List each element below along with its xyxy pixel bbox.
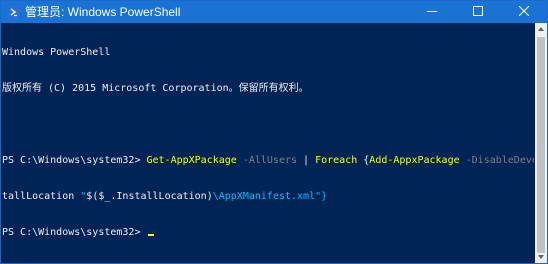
prompt-text: PS C:\Windows\system32> [2, 155, 147, 166]
parameter-disabledevelopmentmode: -DisableDevelop [465, 155, 534, 166]
console-header-line: Windows PowerShell [2, 47, 111, 58]
maximize-button[interactable] [455, 1, 501, 23]
minimize-icon [427, 5, 437, 19]
close-icon [518, 5, 530, 19]
prompt-text: PS C:\Windows\system32> [2, 227, 147, 238]
scroll-down-arrow-icon[interactable] [538, 255, 544, 259]
console-command-line: PS C:\Windows\system32> Get-AppXPackage … [2, 155, 534, 167]
maximize-icon [473, 5, 483, 19]
console-output[interactable]: Windows PowerShell 版权所有 (C) 2015 Microso… [2, 23, 534, 263]
window-title: 管理员: Windows PowerShell [25, 5, 181, 19]
vertical-scrollbar[interactable] [535, 23, 547, 263]
open-brace: { [357, 155, 370, 166]
console-command-line-wrap: tallLocation "$($_.InstallLocation)\AppX… [2, 191, 534, 203]
console-prompt-line: PS C:\Windows\system32> [2, 227, 534, 239]
command-get-appxpackage: Get-AppXPackage [146, 155, 237, 166]
minimize-button[interactable] [409, 1, 455, 23]
string-quote-close: "} [315, 191, 328, 202]
console-copyright-line: 版权所有 (C) 2015 Microsoft Corporation。保留所有… [2, 83, 309, 94]
powershell-window: 管理员: Windows PowerShell Windows PowerShe… [0, 0, 548, 264]
parameter-allusers: -AllUsers [236, 155, 298, 166]
title-bar[interactable]: 管理员: Windows PowerShell [1, 1, 547, 23]
command-foreach: Foreach [315, 155, 358, 166]
command-add-appxpackage: Add-AppxPackage [369, 155, 460, 166]
string-quote-open: " [74, 191, 87, 202]
text-cursor [147, 234, 154, 236]
powershell-icon [7, 5, 21, 19]
wrapped-text: tallLocation [2, 191, 75, 202]
scroll-thumb[interactable] [537, 37, 545, 253]
install-location-variable: $($_.InstallLocation) [86, 191, 213, 202]
manifest-path-string: \AppXManifest.xml [212, 191, 316, 202]
pipe-operator: | [297, 155, 316, 166]
close-button[interactable] [501, 1, 547, 23]
scroll-up-arrow-icon[interactable] [538, 27, 544, 31]
